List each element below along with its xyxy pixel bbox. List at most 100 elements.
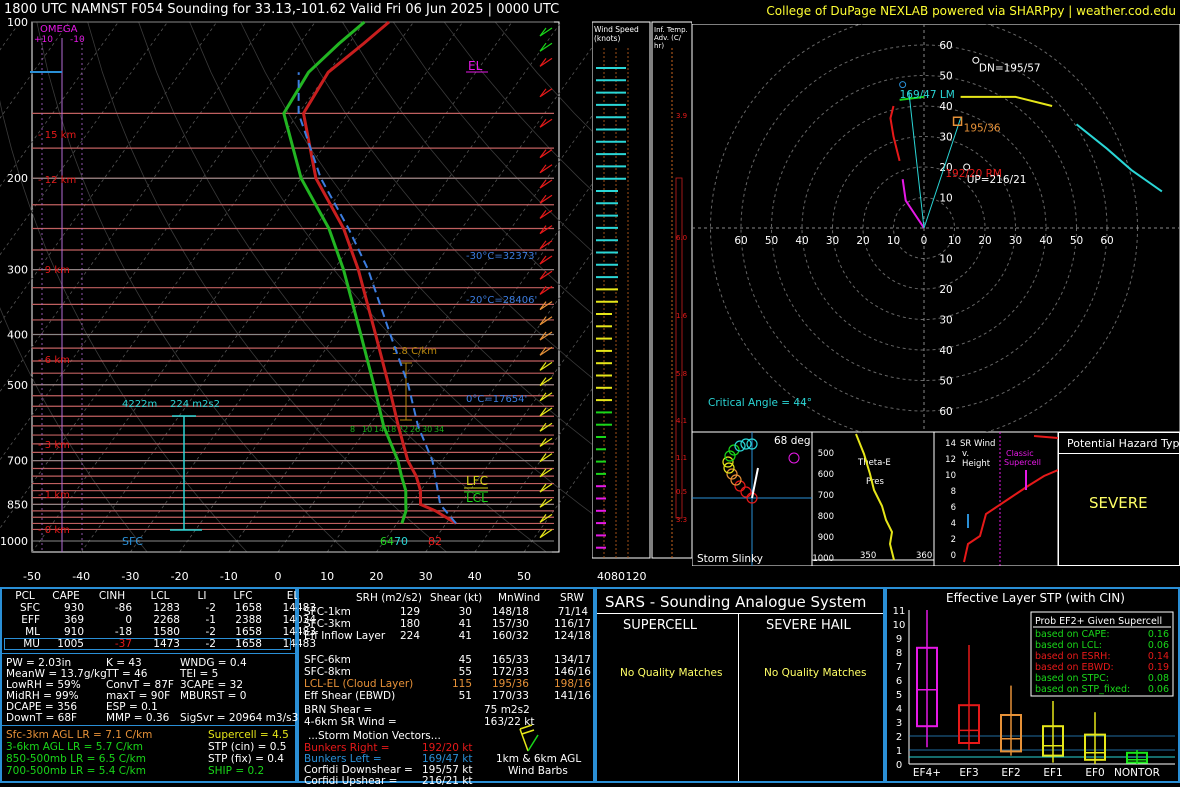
kinematic-cell: 172/33	[492, 666, 529, 678]
hodograph-ring-label: 20	[939, 284, 952, 296]
inf-temp-title-3: hr)	[654, 42, 664, 50]
eff-srh-label: 224 m2s2	[170, 399, 220, 410]
stp-legend-label: based on CAPE:	[1035, 629, 1110, 640]
index-value: SigSvr = 20964 m3/s3	[180, 712, 299, 724]
inf-temp-value: 3.9	[676, 112, 687, 120]
stp-legend-label: based on ESRH:	[1035, 651, 1111, 662]
kinematic-row-label: Eff Inflow Layer	[304, 630, 386, 642]
hodograph-axis-label: 10	[887, 235, 900, 247]
height-label: - 0 km	[38, 525, 70, 536]
hodograph-ring-label: 40	[939, 101, 952, 113]
slinky-title: Storm Slinky	[697, 553, 763, 565]
barb-caption-2: Wind Barbs	[508, 765, 568, 777]
index-value: MMP = 0.36	[106, 712, 170, 724]
sr-wind-y-tick: 14	[945, 439, 956, 449]
sr-wind-y-tick: 4	[951, 519, 956, 529]
mixing-ratio-label: 34	[434, 425, 444, 434]
kinematic-cell: 41	[458, 630, 472, 642]
omega-label: OMEGA	[40, 24, 78, 35]
kinematic-cell: 170/33	[492, 690, 529, 702]
critical-angle-label: Critical Angle = 44°	[708, 397, 812, 409]
stp-y-tick: 4	[896, 704, 902, 715]
stp-legend-value: 0.08	[1148, 673, 1169, 684]
wind-speed-tick: 80	[611, 570, 625, 583]
kinematic-row-label: SFC-1km	[304, 606, 351, 618]
stp-y-tick: 1	[896, 746, 902, 757]
credit-text: College of DuPage NEXLAB powered via SHA…	[766, 4, 1176, 18]
kinematic-cell: 141/16	[554, 690, 591, 702]
hodograph-axis-label: 30	[1009, 235, 1022, 247]
sars-hail-result: No Quality Matches	[764, 667, 867, 679]
hodograph-axis-label: 20	[856, 235, 869, 247]
sars-panel	[595, 587, 885, 783]
pressure-label: 400	[7, 328, 28, 341]
sfc-label: SFC	[122, 535, 143, 548]
stp-y-tick: 0	[896, 760, 902, 771]
kinematic-header: SRW	[560, 592, 584, 604]
height-label: - 1 km	[38, 490, 70, 501]
parcel-cell: 369	[63, 614, 84, 626]
hazard-title: Potential Hazard Type	[1067, 437, 1180, 450]
thermo-divider-2	[2, 725, 295, 726]
sr-wind-y-tick: 12	[945, 455, 956, 465]
hodograph-ring-label: 40	[939, 345, 952, 357]
hodograph-axis-label: 50	[765, 235, 778, 247]
hazard-panel: Potential Hazard Type SEVERE	[1058, 432, 1180, 566]
sr-wind-panel: 14 12 10 8 6 4 2 0 SR Windv.Height ClassicSuperce…	[934, 432, 1058, 566]
kinematic-cell: 195/36	[492, 678, 529, 690]
lfc-label: LFC	[466, 474, 488, 488]
sr-wind-title: SR Wind	[960, 439, 995, 449]
temp-label: 50	[517, 570, 531, 583]
theta-e-y-tick: 900	[818, 533, 834, 543]
wind-speed-title: Wind Speed	[594, 25, 639, 34]
parcel-cell: -2	[205, 602, 216, 614]
index-value: MBURST = 0	[180, 690, 247, 702]
pressure-label: 200	[7, 172, 28, 185]
isotherm-height-label: 0°C=17654'	[466, 394, 527, 405]
parcel-cell: -2	[205, 626, 216, 638]
isotherm-line	[0, 21, 21, 51]
height-label: - 3 km	[38, 440, 70, 451]
storm-motion-value: 216/21 kt	[422, 775, 473, 787]
theta-e-label: Theta-E	[857, 458, 891, 468]
kinematic-cell: 224	[399, 630, 420, 642]
wind-speed-panel: Wind Speed(knots) 40 80 120 Inf. Temp.Adv. (…	[592, 21, 692, 583]
kinematic-cell: 146/16	[554, 666, 591, 678]
sr-wind-classic: Classic	[1006, 449, 1034, 458]
sr-wind-y-tick: 10	[945, 471, 956, 481]
theta-e-panel: 5006007008009001000 350 360Theta-EPres	[812, 432, 934, 566]
lapse-rate-value: 850-500mb LR = 6.5 C/km	[6, 753, 146, 765]
stp-y-tick: 11	[893, 606, 906, 617]
lapse-rate-value: 700-500mb LR = 5.4 C/km	[6, 765, 146, 777]
stp-y-tick: 3	[896, 718, 902, 729]
height-label: - 15 km	[38, 130, 76, 141]
theta-e-y-tick: 1000	[812, 554, 834, 564]
stp-y-tick: 2	[896, 732, 902, 743]
temp-label: 40	[468, 570, 482, 583]
stp-y-tick: 5	[896, 690, 902, 701]
parcel-header: LCL	[150, 590, 170, 602]
skewt-chart: 1002003004005007008501000-50 -40 -30 -20 -10…	[0, 18, 592, 583]
parcel-cell: 0	[125, 614, 132, 626]
parcel-row: EFF 369 0 2268 -1 2388 14034	[6, 614, 320, 626]
stp-category-label: NONTOR	[1114, 767, 1160, 779]
hodograph-ring-label: 10	[939, 193, 952, 205]
theta-e-y-tick: 500	[818, 449, 834, 459]
kinematic-cell: 148/18	[492, 606, 529, 618]
stp-y-tick: 9	[896, 634, 902, 645]
kinematic-cell: 134/17	[554, 654, 591, 666]
hodograph-axis-label: 20	[978, 235, 991, 247]
omega-tick: -10	[70, 35, 85, 45]
hodograph-panel: 60 50 40 30 20 10 0 10 20 30 40 50 60605040302010102…	[692, 24, 1180, 432]
temp-label: -20	[171, 570, 189, 583]
lm-label: 169/47 LM	[900, 89, 955, 101]
temp-label: 0	[275, 570, 282, 583]
stp-y-tick: 7	[896, 662, 902, 673]
inf-temp-value: 0.5	[676, 488, 687, 496]
mw-label: 195/36	[964, 122, 1001, 134]
sars-vdivider	[738, 613, 739, 781]
inf-temp-title: Inf. Temp.	[654, 26, 688, 34]
parcel-cell: 1283	[153, 602, 180, 614]
kinematic-cell: 198/16	[554, 678, 591, 690]
hodograph-axis-label: 40	[1039, 235, 1052, 247]
